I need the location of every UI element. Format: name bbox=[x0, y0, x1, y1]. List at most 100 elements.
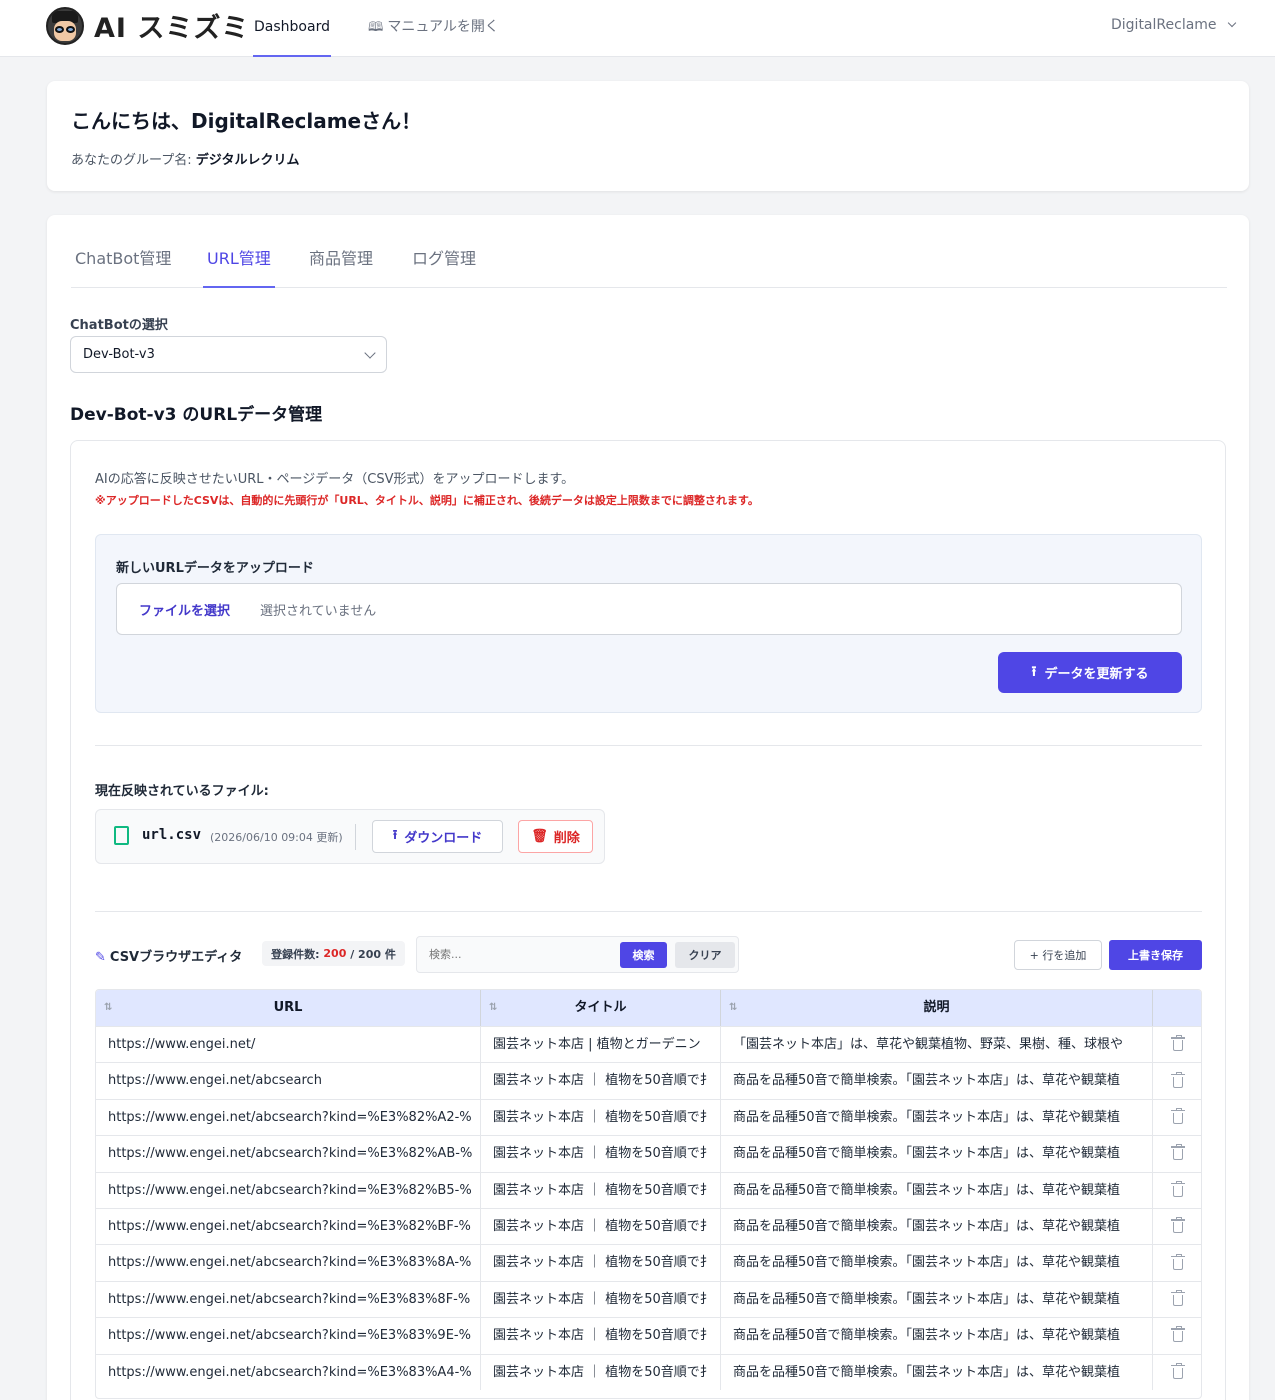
csv-file-icon bbox=[114, 826, 129, 845]
cell-url[interactable]: https://www.engei.net/abcsearch?kind=%E3… bbox=[96, 1281, 481, 1318]
delete-row-button[interactable] bbox=[1153, 1355, 1201, 1390]
url-data-panel: AIの応答に反映させたいURL・ページデータ（CSV形式）をアップロードします。… bbox=[70, 440, 1226, 1400]
choose-file-button[interactable]: ファイルを選択 bbox=[139, 600, 230, 619]
editor-title-label: CSVブラウザエディタ bbox=[109, 950, 243, 965]
cell-url[interactable]: https://www.engei.net/abcsearch?kind=%E3… bbox=[96, 1318, 481, 1354]
chevron-down-icon bbox=[1227, 18, 1237, 28]
cell-url[interactable]: https://www.engei.net/abcsearch?kind=%E3… bbox=[96, 1099, 481, 1136]
greeting-title: こんにちは、DigitalReclameさん！ bbox=[71, 109, 422, 133]
delete-row-button[interactable] bbox=[1153, 1027, 1201, 1062]
delete-row-button[interactable] bbox=[1153, 1318, 1201, 1353]
download-button[interactable]: ⭱ ダウンロード bbox=[372, 820, 503, 853]
delete-row-button[interactable] bbox=[1153, 1100, 1201, 1135]
book-icon: 🕮 bbox=[368, 20, 384, 35]
user-menu[interactable]: DigitalReclame bbox=[1111, 0, 1237, 50]
cell-url[interactable]: https://www.engei.net/abcsearch bbox=[96, 1063, 481, 1099]
cell-title[interactable]: 園芸ネット本店 ｜ 植物を50音順で扌 bbox=[481, 1099, 721, 1136]
cell-title[interactable]: 園芸ネット本店 ｜ 植物を50音順で扌 bbox=[481, 1063, 721, 1099]
chevron-down-icon bbox=[364, 347, 376, 359]
download-label: ダウンロード bbox=[404, 831, 483, 846]
delete-row-button[interactable] bbox=[1153, 1136, 1201, 1171]
trash-icon bbox=[1171, 1362, 1185, 1379]
cell-desc[interactable]: 商品を品種50音で簡単検索。「園芸ネット本店」は、草花や観葉植 bbox=[721, 1063, 1153, 1099]
save-button[interactable]: 上書き保存 bbox=[1109, 940, 1202, 970]
cell-desc[interactable]: 商品を品種50音で簡単検索。「園芸ネット本店」は、草花や観葉植 bbox=[721, 1136, 1153, 1172]
user-name: DigitalReclame bbox=[1111, 17, 1217, 33]
main-card: ChatBot管理 URL管理 商品管理 ログ管理 ChatBotの選択 Dev… bbox=[47, 215, 1249, 1400]
cell-url[interactable]: https://www.engei.net/abcsearch?kind=%E3… bbox=[96, 1354, 481, 1390]
app-logo[interactable]: AI スミズミ bbox=[46, 6, 249, 45]
cell-title[interactable]: 園芸ネット本店 ｜ 植物を50音順で扌 bbox=[481, 1245, 721, 1281]
cell-desc[interactable]: 商品を品種50音で簡単検索。「園芸ネット本店」は、草花や観葉植 bbox=[721, 1318, 1153, 1354]
chatbot-select[interactable]: Dev-Bot-v3 bbox=[70, 336, 387, 373]
cell-url[interactable]: https://www.engei.net/abcsearch?kind=%E3… bbox=[96, 1245, 481, 1281]
search-button[interactable]: 検索 bbox=[620, 942, 667, 968]
sort-icon: ⇅ bbox=[729, 1002, 738, 1013]
editor-title: ✎ CSVブラウザエディタ bbox=[95, 946, 242, 965]
cell-title[interactable]: 園芸ネット本店 | 植物とガーデニン bbox=[481, 1027, 721, 1063]
cell-desc[interactable]: 商品を品種50音で簡単検索。「園芸ネット本店」は、草花や観葉植 bbox=[721, 1354, 1153, 1390]
cell-desc[interactable]: 商品を品種50音で簡単検索。「園芸ネット本店」は、草花や観葉植 bbox=[721, 1099, 1153, 1136]
group-label: あなたのグループ名: bbox=[71, 153, 192, 168]
cell-url[interactable]: https://www.engei.net/abcsearch?kind=%E3… bbox=[96, 1209, 481, 1245]
tab-chatbot[interactable]: ChatBot管理 bbox=[71, 243, 175, 288]
trash-icon bbox=[1171, 1035, 1185, 1052]
table-row: https://www.engei.net/abcsearch?kind=%E3… bbox=[96, 1098, 1201, 1136]
delete-row-button[interactable] bbox=[1153, 1282, 1201, 1317]
cell-desc[interactable]: 「園芸ネット本店」は、草花や観葉植物、野菜、果樹、種、球根や bbox=[721, 1027, 1153, 1063]
column-header-desc[interactable]: ⇅ 説明 bbox=[721, 990, 1153, 1026]
cell-desc[interactable]: 商品を品種50音で簡単検索。「園芸ネット本店」は、草花や観葉植 bbox=[721, 1245, 1153, 1281]
trash-icon bbox=[1171, 1071, 1185, 1088]
cell-title[interactable]: 園芸ネット本店 ｜ 植物を50音順で扌 bbox=[481, 1281, 721, 1318]
search-bar: 検索 クリア bbox=[416, 936, 739, 973]
file-name: url.csv bbox=[142, 827, 202, 843]
separator bbox=[355, 824, 356, 850]
column-header-url[interactable]: ⇅ URL bbox=[96, 990, 481, 1026]
cell-title[interactable]: 園芸ネット本店 ｜ 植物を50音順で扌 bbox=[481, 1136, 721, 1172]
cell-url[interactable]: https://www.engei.net/ bbox=[96, 1027, 481, 1063]
chatbot-select-label: ChatBotの選択 bbox=[70, 318, 168, 333]
table-row: https://www.engei.net/abcsearch?kind=%E3… bbox=[96, 1171, 1201, 1208]
delete-row-button[interactable] bbox=[1153, 1173, 1201, 1208]
tab-url[interactable]: URL管理 bbox=[203, 243, 275, 288]
cell-desc[interactable]: 商品を品種50音で簡単検索。「園芸ネット本店」は、草花や観葉植 bbox=[721, 1209, 1153, 1245]
column-header-actions bbox=[1153, 990, 1201, 1026]
nav-manual[interactable]: 🕮 マニュアルを開く bbox=[368, 0, 499, 57]
upload-box: 新しいURLデータをアップロード ファイルを選択 選択されていません ⭱ データ… bbox=[95, 534, 1202, 713]
cell-desc[interactable]: 商品を品種50音で簡単検索。「園芸ネット本店」は、草花や観葉植 bbox=[721, 1172, 1153, 1208]
table-row: https://www.engei.net/abcsearch?kind=%E3… bbox=[96, 1244, 1201, 1281]
file-input[interactable]: ファイルを選択 選択されていません bbox=[116, 583, 1182, 635]
cell-title[interactable]: 園芸ネット本店 ｜ 植物を50音順で扌 bbox=[481, 1318, 721, 1354]
tab-logs[interactable]: ログ管理 bbox=[408, 243, 480, 288]
file-updated: (2026/06/10 09:04 更新) bbox=[210, 831, 343, 844]
delete-row-button[interactable] bbox=[1153, 1063, 1201, 1098]
table-row: https://www.engei.net/abcsearch?kind=%E3… bbox=[96, 1353, 1201, 1390]
tab-products[interactable]: 商品管理 bbox=[305, 243, 377, 288]
delete-row-button[interactable] bbox=[1153, 1209, 1201, 1244]
delete-file-button[interactable]: 🗑 削除 bbox=[518, 820, 593, 853]
column-header-title[interactable]: ⇅ タイトル bbox=[481, 990, 721, 1026]
table-row: https://www.engei.net/abcsearch?kind=%E3… bbox=[96, 1280, 1201, 1318]
search-input[interactable] bbox=[421, 940, 617, 968]
count-label: 登録件数: bbox=[271, 947, 320, 961]
upload-info: AIの応答に反映させたいURL・ページデータ（CSV形式）をアップロードします。 bbox=[95, 472, 575, 487]
add-row-button[interactable]: + 行を追加 bbox=[1014, 940, 1102, 970]
table-row: https://www.engei.net/abcsearch?kind=%E3… bbox=[96, 1208, 1201, 1245]
update-data-button[interactable]: ⭱ データを更新する bbox=[998, 652, 1182, 693]
download-icon: ⭱ bbox=[392, 827, 398, 843]
delete-label: 削除 bbox=[553, 831, 580, 846]
trash-icon bbox=[1171, 1180, 1185, 1197]
cell-title[interactable]: 園芸ネット本店 ｜ 植物を50音順で扌 bbox=[481, 1172, 721, 1208]
cell-desc[interactable]: 商品を品種50音で簡単検索。「園芸ネット本店」は、草花や観葉植 bbox=[721, 1281, 1153, 1318]
cell-title[interactable]: 園芸ネット本店 ｜ 植物を50音順で扌 bbox=[481, 1354, 721, 1390]
cell-url[interactable]: https://www.engei.net/abcsearch?kind=%E3… bbox=[96, 1136, 481, 1172]
table-row: https://www.engei.net/abcsearch?kind=%E3… bbox=[96, 1317, 1201, 1354]
cell-title[interactable]: 園芸ネット本店 ｜ 植物を50音順で扌 bbox=[481, 1209, 721, 1245]
count-total: / 200 件 bbox=[350, 947, 396, 961]
column-label: タイトル bbox=[574, 1000, 627, 1015]
cell-url[interactable]: https://www.engei.net/abcsearch?kind=%E3… bbox=[96, 1172, 481, 1208]
table-header: ⇅ URL ⇅ タイトル ⇅ 説明 bbox=[96, 990, 1201, 1026]
delete-row-button[interactable] bbox=[1153, 1245, 1201, 1280]
nav-dashboard[interactable]: Dashboard bbox=[253, 0, 331, 57]
clear-button[interactable]: クリア bbox=[675, 942, 735, 968]
